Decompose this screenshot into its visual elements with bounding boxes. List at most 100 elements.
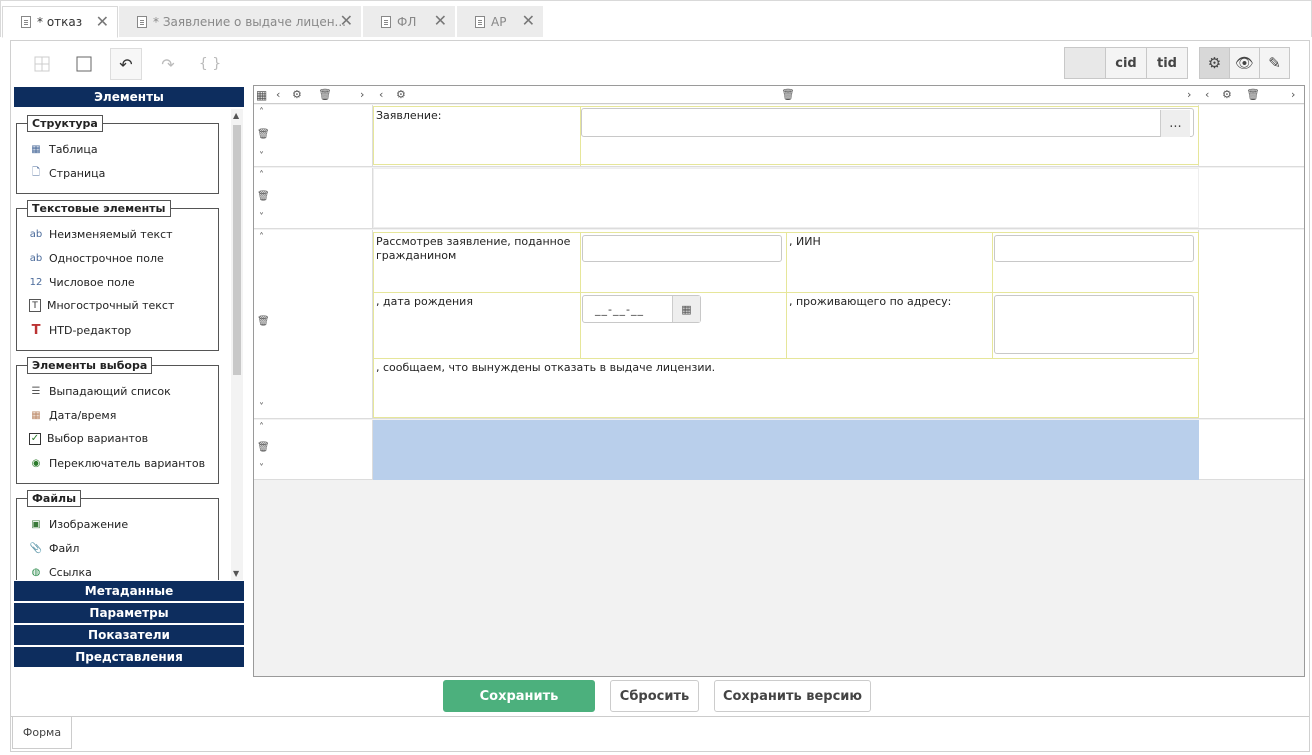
chevron-left-icon[interactable]: ‹ xyxy=(379,88,383,101)
elements-header[interactable]: Элементы xyxy=(14,87,244,109)
trash-icon[interactable]: 🗑 xyxy=(257,129,270,140)
scroll-down-icon[interactable]: ▼ xyxy=(233,569,239,578)
palette-item-table[interactable]: ▦ Таблица xyxy=(29,142,97,156)
trash-icon[interactable]: 🗑 xyxy=(257,442,270,453)
trash-icon[interactable]: 🗑 xyxy=(318,88,332,101)
save-version-button[interactable]: Сохранить версию xyxy=(714,680,871,712)
preview-button[interactable]: 👁 xyxy=(1229,47,1260,79)
redo-button[interactable]: ↷ xyxy=(152,48,184,80)
trash-icon[interactable]: 🗑 xyxy=(257,191,270,202)
citizen-name-field[interactable] xyxy=(582,235,782,262)
palette-item-checkbox[interactable]: ✓ Выбор вариантов xyxy=(29,432,148,445)
scroll-up-icon[interactable]: ▲ xyxy=(233,111,239,120)
palette-item-multiline[interactable]: T Многострочный текст xyxy=(29,299,174,312)
cell xyxy=(581,233,787,293)
group-choice-elements: Элементы выбора ☰ Выпадающий список ▦ Да… xyxy=(16,357,219,484)
tab-otkaz[interactable]: * отказ ✕ xyxy=(2,6,118,38)
dropdown-list-icon: ☰ xyxy=(31,385,41,397)
palette-item-page[interactable]: 🗋 Страница xyxy=(29,166,105,180)
gear-icon[interactable]: ⚙ xyxy=(1222,88,1232,101)
accordion-parameters[interactable]: Параметры xyxy=(14,603,244,625)
settings-mode-button[interactable]: ⚙ xyxy=(1199,47,1230,79)
gear-icon[interactable]: ⚙ xyxy=(396,88,406,101)
palette-item-radio[interactable]: ◉ Переключатель вариантов xyxy=(29,456,205,470)
accordion-metadata[interactable]: Метаданные xyxy=(14,581,244,603)
iin-field[interactable] xyxy=(994,235,1194,262)
considered-label: Рассмотрев заявление, поданное гражданин… xyxy=(376,235,571,262)
palette-item-link[interactable]: ◍ Ссылка xyxy=(29,565,92,579)
palette-item-datetime[interactable]: ▦ Дата/время xyxy=(29,408,116,422)
chevron-up-icon[interactable]: ˄ xyxy=(259,107,264,118)
tab-label: * Заявление о выдаче лицен... xyxy=(153,14,346,29)
close-icon[interactable]: ✕ xyxy=(434,13,447,29)
calendar-icon[interactable]: ▦ xyxy=(672,296,700,322)
selected-cell[interactable] xyxy=(373,420,1199,480)
table-row: ˄ 🗑 ˅ Заявление: ... xyxy=(254,105,1304,167)
chevron-down-icon[interactable]: ˅ xyxy=(259,402,264,413)
trash-icon[interactable]: 🗑 xyxy=(781,88,795,101)
palette-item-single-line[interactable]: ab Однострочное поле xyxy=(29,251,164,265)
palette-item-image[interactable]: ▣ Изображение xyxy=(29,517,128,531)
chevron-down-icon[interactable]: ˅ xyxy=(259,463,264,474)
cell: __-__-__ ▦ xyxy=(581,293,787,359)
chevron-up-icon[interactable]: ˄ xyxy=(259,232,264,243)
htd-editor-icon: T xyxy=(31,322,41,338)
chevron-up-icon[interactable]: ˄ xyxy=(259,170,264,181)
palette-item-htd[interactable]: T HTD-редактор xyxy=(29,322,132,338)
scrollbar-thumb[interactable] xyxy=(233,125,241,375)
braces-button[interactable]: { } xyxy=(194,48,226,80)
palette-item-dropdown[interactable]: ☰ Выпадающий список xyxy=(29,384,171,398)
address-field[interactable] xyxy=(994,295,1194,354)
tab-fl[interactable]: ФЛ ✕ xyxy=(363,6,456,37)
body-table: Рассмотрев заявление, поданное гражданин… xyxy=(373,232,1199,418)
statement-cell: Заявление: ... xyxy=(373,106,1199,166)
trash-icon[interactable]: 🗑 xyxy=(1246,88,1260,101)
chevron-left-icon[interactable]: ‹ xyxy=(1205,88,1209,101)
palette-item-number[interactable]: 12 Числовое поле xyxy=(29,275,135,289)
table-row: ˄ 🗑 ˅ xyxy=(254,420,1304,480)
tab-label: * отказ xyxy=(37,15,83,29)
edit-button[interactable]: ✎ xyxy=(1259,47,1290,79)
palette-item-file[interactable]: 📎 Файл xyxy=(29,541,80,555)
tab-ar[interactable]: АР ✕ xyxy=(457,6,544,37)
merge-cells-button[interactable] xyxy=(26,48,58,80)
row-controls: ˄ 🗑 ˅ xyxy=(254,168,272,229)
tab-form[interactable]: Форма xyxy=(12,717,72,749)
close-icon[interactable]: ✕ xyxy=(96,14,109,30)
undo-button[interactable]: ↶ xyxy=(110,48,142,80)
palette-scrollbar[interactable]: ▲ ▼ xyxy=(231,109,243,580)
tab-zayavlenie[interactable]: * Заявление о выдаче лицен... ✕ xyxy=(119,6,362,37)
gear-icon[interactable]: ⚙ xyxy=(292,88,302,101)
chevron-left-icon[interactable]: ‹ xyxy=(276,88,280,101)
chevron-down-icon[interactable]: ˅ xyxy=(259,151,264,162)
table-row: ˄ 🗑 ˅ Рассмотрев заявление, поданное гра… xyxy=(254,230,1304,419)
editor-tab-bar: * отказ ✕ * Заявление о выдаче лицен... … xyxy=(0,0,1312,38)
chevron-right-icon[interactable]: › xyxy=(1291,88,1295,101)
tid-toggle[interactable]: tid xyxy=(1146,47,1188,79)
left-panel: Элементы Структура ▦ Таблица 🗋 Страница … xyxy=(14,87,244,677)
statement-label: Заявление: xyxy=(376,109,442,122)
reset-button[interactable]: Сбросить xyxy=(610,680,699,712)
statement-field[interactable]: ... xyxy=(581,108,1194,137)
accordion-views[interactable]: Представления xyxy=(14,647,244,669)
cid-toggle[interactable]: cid xyxy=(1105,47,1147,79)
save-button[interactable]: Сохранить xyxy=(443,680,595,712)
table-grid-icon[interactable]: ▦ xyxy=(256,88,267,102)
close-icon[interactable]: ✕ xyxy=(522,13,535,29)
date-mask: __-__-__ xyxy=(595,303,644,316)
chevron-down-icon[interactable]: ˅ xyxy=(259,212,264,223)
palette-item-static-text[interactable]: ab Неизменяемый текст xyxy=(29,227,173,241)
close-icon[interactable]: ✕ xyxy=(340,13,353,29)
select-cell-button[interactable] xyxy=(68,48,100,80)
number-field-icon: 12 xyxy=(29,276,43,288)
blank-toggle[interactable] xyxy=(1064,47,1106,79)
chevron-up-icon[interactable]: ˄ xyxy=(259,422,264,433)
square-icon xyxy=(76,56,92,72)
select-statement-button[interactable]: ... xyxy=(1160,110,1190,137)
birthdate-field[interactable]: __-__-__ ▦ xyxy=(582,295,701,323)
cell: Заявление: xyxy=(374,107,581,166)
chevron-right-icon[interactable]: › xyxy=(360,88,364,101)
chevron-right-icon[interactable]: › xyxy=(1187,88,1191,101)
accordion-indicators[interactable]: Показатели xyxy=(14,625,244,647)
trash-icon[interactable]: 🗑 xyxy=(257,316,270,327)
